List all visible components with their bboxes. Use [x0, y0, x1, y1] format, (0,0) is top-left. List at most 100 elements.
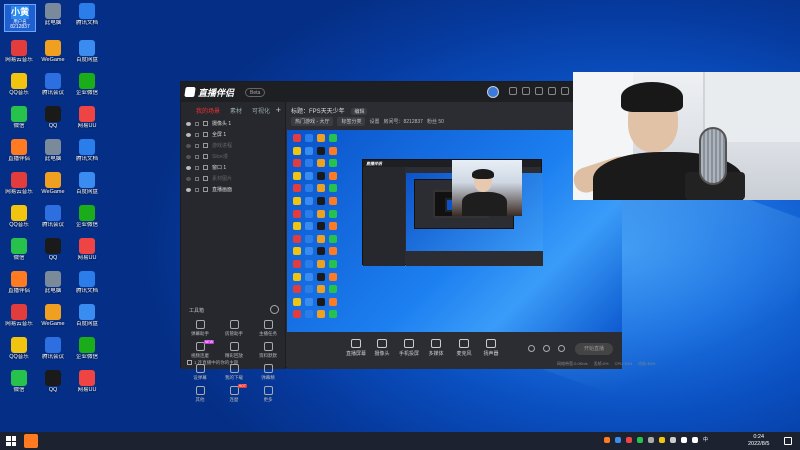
chat-icon[interactable] — [522, 87, 530, 95]
desktop-icon[interactable]: 腾讯文档 — [70, 270, 104, 305]
source-item[interactable]: 游戏进程 — [181, 140, 285, 151]
chevron-up-icon[interactable] — [670, 436, 676, 443]
control-button[interactable]: 扬声器 — [478, 339, 504, 357]
control-button[interactable]: 直播屏幕 — [343, 339, 369, 357]
notification-icon[interactable] — [784, 437, 792, 445]
desktop-icon[interactable]: QQ音乐 — [2, 204, 36, 239]
headset-icon[interactable] — [509, 87, 517, 95]
tools-collapse-icon[interactable] — [270, 305, 279, 314]
eye-icon[interactable] — [186, 154, 191, 159]
source-item[interactable]: 素材图片 — [181, 173, 285, 184]
eye-icon[interactable] — [186, 187, 191, 192]
tab-my-scene[interactable]: 我的场景 — [196, 106, 220, 116]
desktop-icon[interactable]: 网易云音乐 — [2, 39, 36, 74]
tool-button[interactable]: 房管助手 — [219, 320, 249, 342]
desktop-icon[interactable]: 腾讯会议 — [36, 72, 70, 107]
desktop-icon[interactable]: 微信 — [2, 369, 36, 404]
source-item[interactable]: 摄像头 1 — [181, 118, 285, 129]
sidebar-footer[interactable]: 1 连直播中的你的主题 — [187, 360, 238, 366]
network-icon[interactable] — [681, 436, 687, 443]
desktop-icon[interactable]: 腾讯文档 — [70, 2, 104, 37]
desktop-icon[interactable]: QQ音乐 — [2, 72, 36, 107]
desktop-icon[interactable]: 此电脑 — [36, 138, 70, 173]
desktop-icon[interactable]: 腾讯文档 — [70, 138, 104, 173]
desktop-icon[interactable]: 直播伴侣 — [2, 270, 36, 305]
desktop-icon[interactable]: 企业微信 — [70, 204, 104, 239]
control-button[interactable]: 麦克风 — [451, 339, 477, 357]
control-button[interactable]: 多媒体 — [423, 339, 449, 357]
tool-button[interactable]: 资料默默 — [253, 342, 283, 364]
tool-button[interactable]: 弹幕助手 — [185, 320, 215, 342]
lock-icon[interactable] — [195, 143, 199, 148]
desktop-icon[interactable]: WeGame — [36, 39, 70, 74]
camera-settings-icon[interactable] — [528, 345, 535, 352]
desktop-icon[interactable]: 腾讯会议 — [36, 336, 70, 371]
desktop-icon[interactable]: 网易UU — [70, 105, 104, 140]
tray-cloud-icon[interactable] — [615, 436, 621, 443]
desktop-icon[interactable]: 网易UU — [70, 237, 104, 272]
eye-icon[interactable] — [186, 165, 191, 170]
tray-music-icon[interactable] — [626, 436, 632, 443]
eye-icon[interactable] — [186, 132, 191, 137]
tab-visual[interactable]: 可视化 — [252, 106, 270, 116]
desktop-icon[interactable]: 此电脑 — [36, 270, 70, 305]
desktop-icon[interactable]: WeGame — [36, 303, 70, 338]
desktop-icon[interactable]: QQ — [36, 237, 70, 272]
tool-button[interactable]: 弹幕精 — [253, 364, 283, 386]
desktop-icon[interactable]: 微信 — [2, 237, 36, 272]
source-item[interactable]: 窗口 1 — [181, 162, 285, 173]
lock-icon[interactable] — [195, 154, 199, 159]
desktop-icon[interactable]: 百度网盘 — [70, 39, 104, 74]
lock-icon[interactable] — [195, 132, 199, 137]
source-item[interactable]: 全屏 1 — [181, 129, 285, 140]
clock[interactable]: 0:24 2022/8/5 — [748, 434, 769, 448]
windows-start-icon[interactable] — [6, 436, 16, 446]
tool-button[interactable]: 我的下载 — [219, 364, 249, 386]
tool-button[interactable]: 其他 — [185, 386, 215, 408]
desktop-icon[interactable]: 此电脑 — [36, 2, 70, 37]
tray-wechat-icon[interactable] — [637, 436, 643, 443]
lock-icon[interactable] — [195, 165, 199, 170]
start-live-button[interactable]: 开始直播 — [575, 343, 613, 355]
user-avatar-icon[interactable] — [487, 86, 499, 98]
tool-button[interactable]: 连麽 HOT — [219, 384, 249, 408]
desktop-icon[interactable]: QQ — [36, 369, 70, 404]
ime-indicator[interactable]: 中 — [703, 436, 708, 443]
desktop-icon[interactable]: 微信 — [2, 105, 36, 140]
eye-icon[interactable] — [186, 176, 191, 181]
tray-qq-icon[interactable] — [659, 436, 665, 443]
add-source-icon[interactable]: + — [276, 105, 281, 115]
edit-title-button[interactable]: 编辑 — [351, 108, 368, 115]
source-item[interactable]: Slice漫 — [181, 151, 285, 162]
control-button[interactable]: 手机投屏 — [396, 339, 422, 357]
gear-icon[interactable] — [558, 345, 565, 352]
eye-icon[interactable] — [186, 121, 191, 126]
tool-button[interactable]: 主播任务 — [253, 320, 283, 342]
source-item[interactable]: 直播画面 — [181, 184, 285, 195]
desktop-icon[interactable]: 百度网盘 — [70, 303, 104, 338]
desktop-icon[interactable]: 企业微信 — [70, 336, 104, 371]
app-titlebar[interactable]: 直播伴侣 Beta — [181, 82, 620, 102]
control-button[interactable]: 摄像头 — [369, 339, 395, 357]
user-card[interactable]: 小黄 用户名 8212837 — [4, 4, 36, 32]
desktop-icon[interactable]: WeGame — [36, 171, 70, 206]
lock-icon[interactable] — [195, 121, 199, 126]
taskbar-app-live-companion[interactable] — [24, 434, 38, 448]
desktop-icon[interactable]: 腾讯会议 — [36, 204, 70, 239]
lock-icon[interactable] — [195, 176, 199, 181]
tool-button[interactable]: 设弹幕 — [185, 364, 215, 386]
live-preview[interactable]: 直播伴侣 — [287, 130, 622, 332]
desktop-icon[interactable]: 网易UU — [70, 369, 104, 404]
desktop-icon[interactable]: 百度网盘 — [70, 171, 104, 206]
settings-link[interactable]: 设置 — [369, 118, 379, 125]
skin-icon[interactable] — [561, 87, 569, 95]
tray-app-icon[interactable] — [604, 436, 610, 443]
desktop-icon[interactable]: QQ — [36, 105, 70, 140]
desktop-icon[interactable]: 直播伴侣 — [2, 138, 36, 173]
eye-icon[interactable] — [186, 143, 191, 148]
tag-select[interactable]: 标签分类 — [337, 117, 366, 126]
tab-assets[interactable]: 素材 — [230, 106, 242, 116]
mail-icon[interactable] — [535, 87, 543, 95]
desktop-icon[interactable]: QQ音乐 — [2, 336, 36, 371]
desktop-icon[interactable]: 企业微信 — [70, 72, 104, 107]
